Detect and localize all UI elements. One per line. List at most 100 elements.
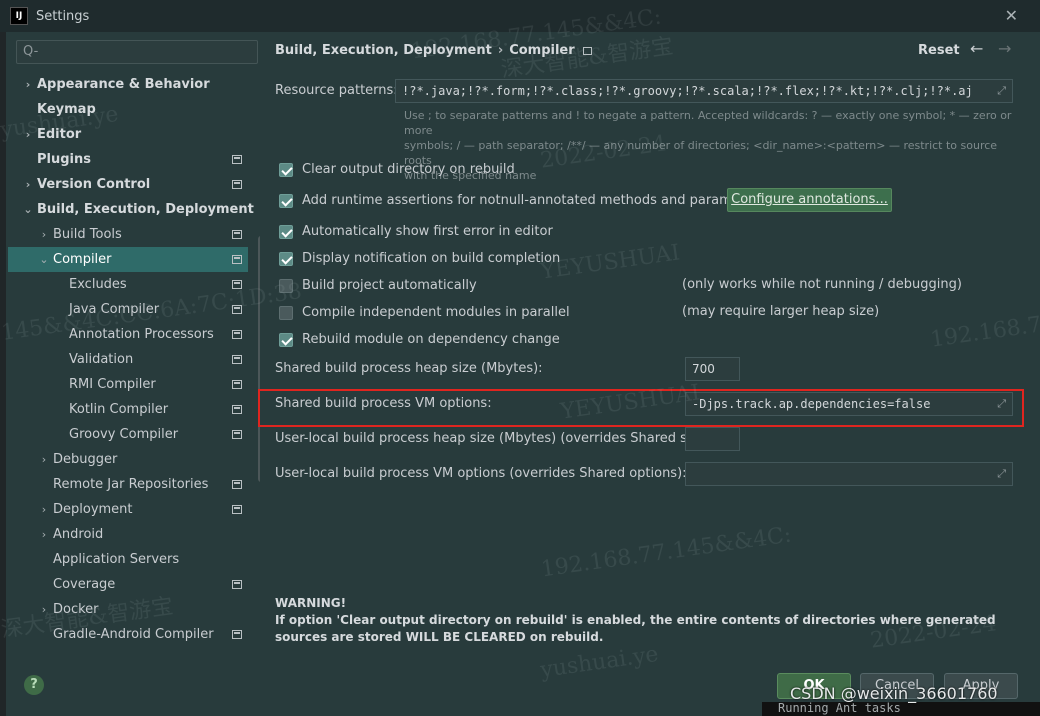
expand-icon[interactable]: ⤢ [997, 80, 1006, 102]
chevron-right-icon[interactable]: › [38, 597, 50, 622]
sidebar-item-plugins[interactable]: Plugins [8, 147, 248, 172]
project-scope-icon [232, 380, 242, 389]
checkbox-label: Build project automatically [302, 278, 477, 293]
csdn-watermark: CSDN @weixin_36601760 [790, 684, 998, 703]
project-scope-icon [232, 405, 242, 414]
user-vm-options-label: User-local build process VM options (ove… [275, 466, 687, 481]
checkbox-unchecked-icon[interactable] [279, 306, 293, 320]
checkbox-checked-icon[interactable] [279, 252, 293, 266]
sidebar-item-label: Annotation Processors [69, 327, 214, 342]
warning-title: WARNING! [275, 596, 347, 610]
forward-arrow-icon[interactable]: → [998, 39, 1011, 58]
sidebar-item-validation[interactable]: Validation [8, 347, 248, 372]
chevron-right-icon[interactable]: › [22, 122, 34, 147]
sidebar-item-label: Keymap [37, 102, 96, 117]
sidebar-item-gradle-android-compiler[interactable]: Gradle-Android Compiler [8, 622, 248, 647]
sidebar-item-build-execution-deployment[interactable]: ⌄ Build, Execution, Deployment [8, 197, 253, 222]
sidebar-item-debugger[interactable]: › Debugger [8, 447, 248, 472]
checkbox-note: (only works while not running / debuggin… [682, 277, 962, 292]
editor-gutter-strip [0, 32, 6, 716]
settings-search-input[interactable]: Q- [16, 40, 258, 64]
breadcrumb-build-execution-deployment[interactable]: Build, Execution, Deployment [275, 43, 492, 58]
sidebar-item-appearance-behavior[interactable]: › Appearance & Behavior [8, 72, 248, 97]
sidebar-item-label: Debugger [53, 452, 118, 467]
expand-icon[interactable]: ⤢ [997, 463, 1006, 485]
resource-patterns-label: Resource patterns: [275, 83, 398, 98]
checkbox-checked-icon[interactable] [279, 225, 293, 239]
checkbox-checked-icon[interactable] [279, 333, 293, 347]
sidebar-item-label: Build, Execution, Deployment [37, 202, 254, 217]
project-scope-icon [232, 480, 242, 489]
chevron-right-icon[interactable]: › [22, 72, 34, 97]
chevron-right-icon[interactable]: › [38, 447, 50, 472]
resource-patterns-input[interactable]: !?*.java;!?*.form;!?*.class;!?*.groovy;!… [395, 79, 1013, 103]
sidebar-item-docker[interactable]: › Docker [8, 597, 248, 622]
project-scope-icon [232, 355, 242, 364]
chevron-right-icon[interactable]: › [38, 647, 50, 652]
checkbox-label: Display notification on build completion [302, 251, 561, 266]
sidebar-item-label: Build Tools [53, 227, 122, 242]
sidebar-item-annotation-processors[interactable]: Annotation Processors [8, 322, 248, 347]
project-scope-icon [582, 46, 592, 55]
project-scope-icon [232, 155, 242, 164]
sidebar-item-label: Application Servers [53, 552, 180, 567]
heap-size-label: Shared build process heap size (Mbytes): [275, 361, 543, 376]
chevron-down-icon[interactable]: ⌄ [38, 247, 50, 272]
sidebar-item-remote-jar-repositories[interactable]: Remote Jar Repositories [8, 472, 248, 497]
sidebar-item-excludes[interactable]: Excludes [8, 272, 248, 297]
close-icon[interactable]: ✕ [1005, 6, 1018, 25]
sidebar-item-keymap[interactable]: Keymap [8, 97, 248, 122]
sidebar-item-label: Docker [53, 602, 99, 617]
sidebar-item-groovy-compiler[interactable]: Groovy Compiler [8, 422, 248, 447]
user-heap-size-input[interactable] [685, 427, 740, 451]
settings-tree: › Appearance & Behavior Keymap › Editor Plugi… [8, 72, 254, 652]
sidebar-item-label: RMI Compiler [69, 377, 156, 392]
chevron-right-icon[interactable]: › [22, 172, 34, 197]
sidebar-item-label: Groovy Compiler [69, 427, 179, 442]
chevron-right-icon[interactable]: › [38, 522, 50, 547]
sidebar-item-editor[interactable]: › Editor [8, 122, 248, 147]
terminal-output: Running Ant tasks [762, 702, 1040, 716]
project-scope-icon [232, 430, 242, 439]
breadcrumb-compiler: Compiler [509, 43, 575, 58]
project-scope-icon [232, 180, 242, 189]
chevron-right-icon[interactable]: › [38, 222, 50, 247]
sidebar-item-kotlin-compiler[interactable]: Kotlin Compiler [8, 397, 248, 422]
configure-annotations-button[interactable]: Configure annotations... [727, 188, 892, 212]
intellij-logo-icon: IJ [10, 7, 28, 25]
sidebar-item-build-tools[interactable]: › Build Tools [8, 222, 248, 247]
user-heap-size-label: User-local build process heap size (Mbyt… [275, 431, 715, 446]
checkbox-checked-icon[interactable] [279, 194, 293, 208]
project-scope-icon [232, 330, 242, 339]
reset-button[interactable]: Reset [918, 43, 960, 58]
sidebar-item-android[interactable]: › Android [8, 522, 248, 547]
back-arrow-icon[interactable]: ← [970, 39, 983, 58]
settings-window: IJ Settings ✕ Q- › Appearance & Behavior K… [0, 0, 1040, 716]
user-vm-options-input[interactable]: ⤢ [685, 462, 1013, 486]
checkbox-checked-icon[interactable] [279, 163, 293, 177]
checkbox-label: Rebuild module on dependency change [302, 332, 560, 347]
search-icon: Q- [23, 44, 39, 59]
heap-size-input[interactable]: 700 [685, 357, 740, 381]
sidebar-item-coverage[interactable]: Coverage [8, 572, 248, 597]
sidebar-item-compiler[interactable]: ⌄ Compiler [8, 247, 248, 272]
sidebar-scrollbar[interactable] [258, 236, 260, 482]
sidebar-item-version-control[interactable]: › Version Control [8, 172, 248, 197]
sidebar-item-deployment[interactable]: › Deployment [8, 497, 248, 522]
project-scope-icon [232, 505, 242, 514]
hint-line-1: Use ; to separate patterns and ! to nega… [404, 109, 1012, 137]
sidebar-item-label: Compiler [53, 252, 112, 267]
checkbox-label: Clear output directory on rebuild [302, 162, 515, 177]
checkbox-unchecked-icon[interactable] [279, 279, 293, 293]
project-scope-icon [232, 630, 242, 639]
chevron-down-icon[interactable]: ⌄ [22, 197, 34, 222]
resource-patterns-value: !?*.java;!?*.form;!?*.class;!?*.groovy;!… [402, 84, 973, 98]
sidebar-item-label: Validation [69, 352, 134, 367]
sidebar-item-java-compiler[interactable]: Java Compiler [8, 297, 248, 322]
sidebar-item-application-servers[interactable]: Application Servers [8, 547, 248, 572]
chevron-right-icon[interactable]: › [38, 497, 50, 522]
sidebar-item-rmi-compiler[interactable]: RMI Compiler [8, 372, 248, 397]
help-button[interactable]: ? [24, 675, 44, 695]
project-scope-icon [232, 305, 242, 314]
sidebar-item-java-profiler[interactable]: ›Java Profiler [8, 647, 248, 652]
